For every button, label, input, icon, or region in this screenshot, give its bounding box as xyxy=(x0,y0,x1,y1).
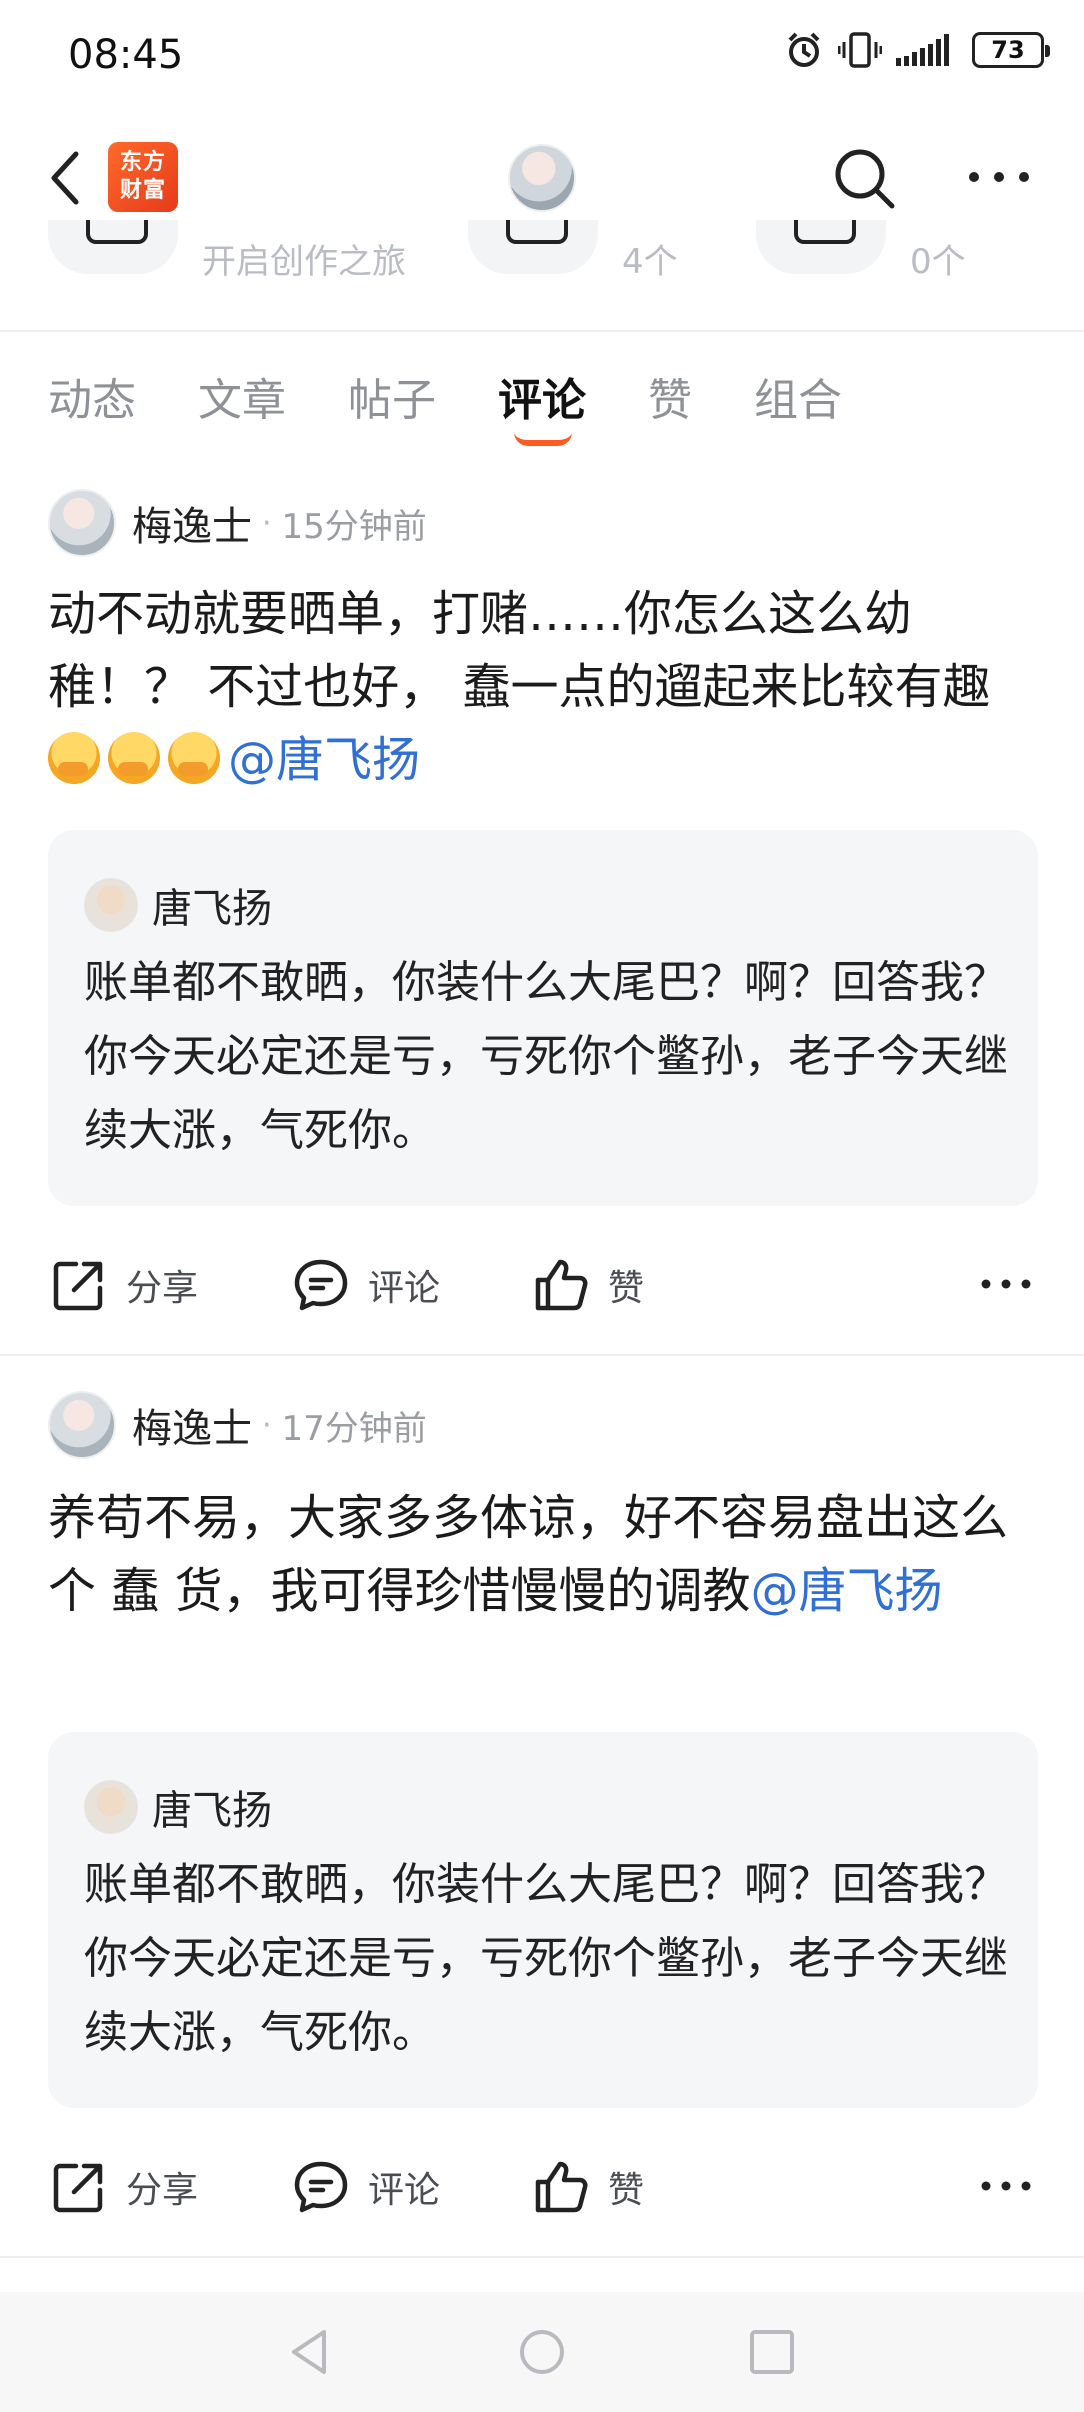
logo-line-1: 东方 xyxy=(119,150,166,175)
stat-icon xyxy=(756,220,886,274)
comment-body: 动不动就要晒单，打赌……你怎么这么幼稚！？ 不过也好， 蠢一点的遛起来比较有趣 xyxy=(48,586,991,715)
stat-text: 0个 xyxy=(910,242,966,282)
active-tab-indicator xyxy=(514,432,572,446)
comment-text[interactable]: 养苟不易，大家多多体谅，好不容易盘出这么个 蠢 货，我可得珍惜慢慢的调教@唐飞扬 xyxy=(48,1482,1038,1628)
comment-header: 梅逸士 · 15分钟前 xyxy=(48,488,427,558)
nav-back-icon[interactable] xyxy=(280,2322,340,2382)
more-options-icon[interactable] xyxy=(980,2178,1032,2194)
share-button[interactable]: 分享 xyxy=(50,1256,198,1314)
stat-item[interactable]: 4个 xyxy=(468,220,678,283)
stat-text: 4个 xyxy=(622,242,678,282)
comment-button[interactable]: 评论 xyxy=(292,1256,440,1314)
stat-item[interactable]: 开启创作之旅 xyxy=(48,220,406,283)
quoted-post[interactable]: 唐飞扬 账单都不敢晒，你装什么大尾巴？啊？回答我？你今天必定还是亏，亏死你个鳖孙… xyxy=(48,1732,1038,2108)
stat-item[interactable]: 0个 xyxy=(756,220,966,283)
comment-card[interactable]: 梅逸士 · 17分钟前 养苟不易，大家多多体谅，好不容易盘出这么个 蠢 货，我可… xyxy=(0,1390,1084,2258)
quote-author[interactable]: 唐飞扬 xyxy=(152,1778,272,1836)
like-button[interactable]: 赞 xyxy=(532,1256,644,1314)
share-label: 分享 xyxy=(126,1268,199,1309)
tab-dynamic[interactable]: 动态 xyxy=(48,364,136,428)
quote-text: 账单都不敢晒，你装什么大尾巴？啊？回答我？你今天必定还是亏，亏死你个鳖孙，老子今… xyxy=(84,957,1008,1156)
share-label: 分享 xyxy=(126,2170,199,2211)
mention-link[interactable]: @唐飞扬 xyxy=(228,732,420,788)
quote-header: 唐飞扬 xyxy=(84,1778,272,1836)
share-button[interactable]: 分享 xyxy=(50,2158,198,2216)
quote-avatar[interactable] xyxy=(84,878,138,932)
like-label: 赞 xyxy=(608,2170,645,2211)
stat-icon xyxy=(48,220,178,274)
thumbs-up-icon xyxy=(535,2161,588,2213)
comment-icon xyxy=(294,1259,348,1311)
logo-line-2: 财富 xyxy=(119,178,166,203)
tab-bar: 动态 文章 帖子 评论 赞 组合 xyxy=(0,332,1084,462)
more-icon[interactable] xyxy=(966,162,1032,192)
action-bar: 分享 评论 赞 xyxy=(0,1234,1084,1334)
timestamp: 17分钟前 xyxy=(281,1408,427,1449)
tab-articles[interactable]: 文章 xyxy=(198,364,286,428)
quoted-post[interactable]: 唐飞扬 账单都不敢晒，你装什么大尾巴？啊？回答我？你今天必定还是亏，亏死你个鳖孙… xyxy=(48,830,1038,1206)
quote-text: 账单都不敢晒，你装什么大尾巴？啊？回答我？你今天必定还是亏，亏死你个鳖孙，老子今… xyxy=(84,1859,1008,2058)
comment-icon xyxy=(294,2161,348,2213)
share-icon xyxy=(53,1261,103,1311)
search-icon[interactable] xyxy=(832,146,898,212)
quote-header: 唐飞扬 xyxy=(84,876,272,934)
status-bar: 08:45 73 xyxy=(0,0,1084,110)
separator-dot: · xyxy=(262,505,272,541)
tab-likes[interactable]: 赞 xyxy=(648,364,692,428)
system-nav-bar xyxy=(0,2292,1084,2412)
author-name[interactable]: 梅逸士 xyxy=(132,1396,252,1454)
vibrate-icon xyxy=(838,32,882,68)
battery-level: 73 xyxy=(991,36,1025,64)
status-time: 08:45 xyxy=(68,32,184,78)
stat-icon xyxy=(468,220,598,274)
profile-stats-row: 开启创作之旅 4个 0个 xyxy=(0,220,1084,330)
face-with-hand-emoji xyxy=(108,732,160,784)
comment-header: 梅逸士 · 17分钟前 xyxy=(48,1390,427,1460)
divider xyxy=(0,2256,1084,2258)
alarm-icon xyxy=(788,32,820,67)
stat-text: 开启创作之旅 xyxy=(202,242,406,282)
separator-dot: · xyxy=(262,1407,272,1443)
tab-comments[interactable]: 评论 xyxy=(498,364,586,428)
face-with-hand-emoji xyxy=(168,732,220,784)
comment-button[interactable]: 评论 xyxy=(292,2158,440,2216)
comment-label: 评论 xyxy=(368,1268,441,1309)
tab-posts[interactable]: 帖子 xyxy=(348,364,436,428)
avatar[interactable] xyxy=(48,1391,116,1459)
author-name[interactable]: 梅逸士 xyxy=(132,494,252,552)
timestamp: 15分钟前 xyxy=(281,506,427,547)
face-with-hand-emoji xyxy=(48,732,100,784)
signal-icon xyxy=(896,34,949,66)
comment-card[interactable]: 梅逸士 · 15分钟前 动不动就要晒单，打赌……你怎么这么幼稚！？ 不过也好， … xyxy=(0,488,1084,1356)
action-bar: 分享 评论 赞 xyxy=(0,2136,1084,2236)
share-icon xyxy=(53,2163,103,2213)
back-icon[interactable] xyxy=(40,146,96,210)
divider xyxy=(0,1354,1084,1356)
quote-avatar[interactable] xyxy=(84,1780,138,1834)
nav-recents-icon[interactable] xyxy=(742,2322,802,2382)
battery-icon: 73 xyxy=(972,32,1050,68)
like-label: 赞 xyxy=(608,1268,645,1309)
like-button[interactable]: 赞 xyxy=(532,2158,644,2216)
thumbs-up-icon xyxy=(535,1259,588,1311)
mention-link[interactable]: @唐飞扬 xyxy=(751,1563,943,1619)
app-logo[interactable]: 东方 财富 xyxy=(108,142,178,212)
status-icons: 73 xyxy=(784,30,1050,70)
tab-portfolio[interactable]: 组合 xyxy=(754,364,842,428)
profile-avatar[interactable] xyxy=(508,144,576,212)
avatar[interactable] xyxy=(48,489,116,557)
comment-text[interactable]: 动不动就要晒单，打赌……你怎么这么幼稚！？ 不过也好， 蠢一点的遛起来比较有趣 … xyxy=(48,578,1038,797)
more-options-icon[interactable] xyxy=(980,1276,1032,1292)
nav-home-icon[interactable] xyxy=(512,2322,572,2382)
comment-label: 评论 xyxy=(368,2170,441,2211)
quote-author[interactable]: 唐飞扬 xyxy=(152,876,272,934)
